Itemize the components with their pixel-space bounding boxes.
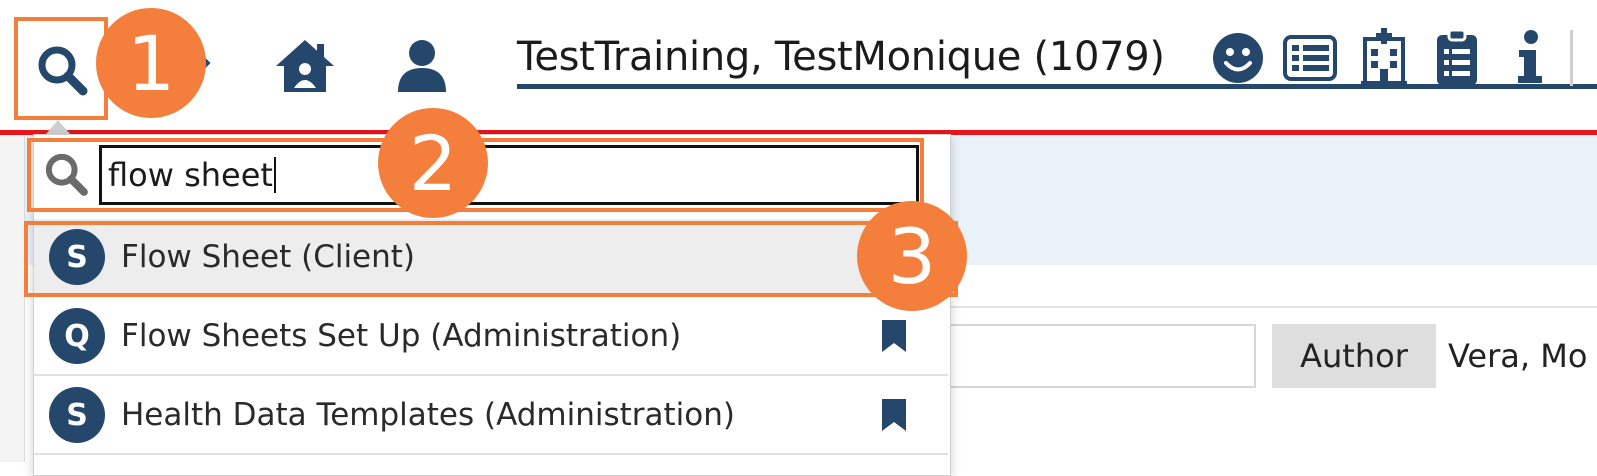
result-label: Flow Sheets Set Up (Administration) bbox=[121, 318, 682, 354]
author-label: Author bbox=[1272, 324, 1436, 388]
hospital-button[interactable] bbox=[1358, 26, 1410, 86]
left-rail bbox=[0, 135, 25, 462]
user-button[interactable] bbox=[392, 36, 452, 96]
highlight-box-step1 bbox=[14, 17, 108, 120]
user-icon bbox=[398, 40, 446, 92]
bookmark-icon[interactable] bbox=[880, 318, 908, 354]
author-field[interactable]: Vera, Mo bbox=[1436, 324, 1597, 388]
search-result-item[interactable]: S Health Data Templates (Administration) bbox=[34, 377, 948, 455]
step-1-marker: 1 bbox=[96, 8, 206, 118]
info-icon bbox=[1518, 30, 1542, 83]
clipboard-button[interactable] bbox=[1432, 28, 1482, 86]
search-result-item[interactable]: Q Flow Sheets Set Up (Administration) bbox=[34, 298, 948, 376]
form-text-field[interactable] bbox=[940, 324, 1256, 388]
dropdown-caret bbox=[46, 120, 70, 134]
toolbar-divider bbox=[1570, 30, 1597, 86]
patient-name[interactable]: TestTraining, TestMonique (1079) bbox=[517, 34, 1165, 80]
home-button[interactable] bbox=[272, 36, 338, 96]
result-type-badge: Q bbox=[49, 308, 105, 364]
step-2-marker: 2 bbox=[378, 108, 488, 218]
home-icon bbox=[276, 40, 334, 92]
smiley-button[interactable] bbox=[1210, 30, 1266, 86]
highlight-box-step3 bbox=[24, 221, 958, 297]
hospital-icon bbox=[1361, 28, 1407, 85]
clipboard-icon bbox=[1437, 29, 1477, 85]
list-button[interactable] bbox=[1282, 32, 1338, 84]
result-type-badge: S bbox=[49, 387, 105, 443]
result-label: Health Data Templates (Administration) bbox=[121, 397, 736, 433]
section-divider bbox=[940, 306, 1597, 308]
step-3-marker: 3 bbox=[857, 201, 967, 311]
bookmark-icon[interactable] bbox=[880, 397, 908, 433]
list-icon bbox=[1283, 35, 1337, 81]
info-button[interactable] bbox=[1512, 28, 1548, 86]
smiley-icon bbox=[1213, 33, 1263, 83]
